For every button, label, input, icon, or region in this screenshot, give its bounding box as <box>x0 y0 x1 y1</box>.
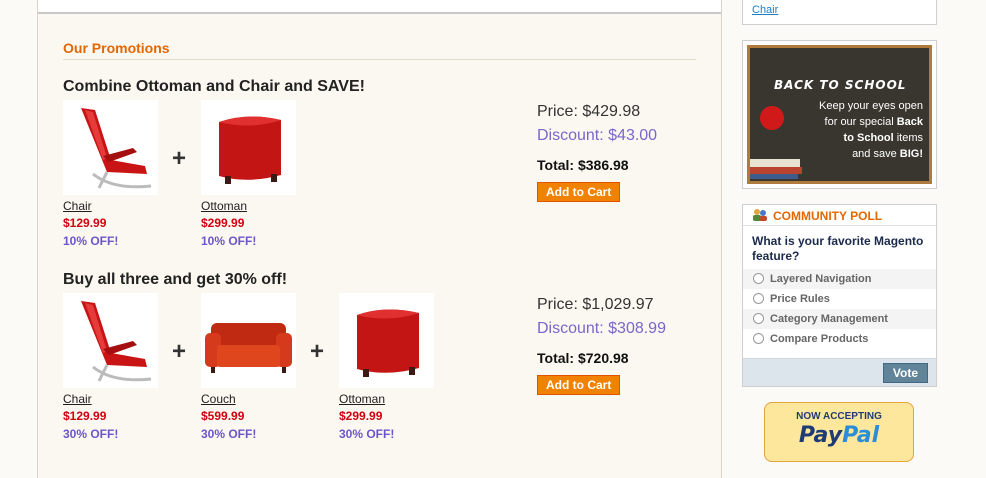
bundle-2-couch-price: $599.99 <box>201 409 245 423</box>
bundle-2-item-chair: Chair $129.99 30% OFF! <box>63 293 163 441</box>
banner-title: BACK TO SCHOOL <box>774 78 907 92</box>
poll-option-label: Price Rules <box>770 293 830 305</box>
banner-line-3-bold: to School <box>843 132 894 144</box>
bundle-1-total: Total: $386.98 <box>537 157 629 173</box>
poll-option-label: Category Management <box>770 313 888 325</box>
promotions-divider <box>63 59 696 60</box>
red-ottoman-image[interactable] <box>201 100 296 195</box>
banner-line-4-bold: BIG! <box>899 148 923 160</box>
bundle-2-ottoman-discount: 30% OFF! <box>339 427 395 441</box>
red-chair-image[interactable] <box>63 293 158 388</box>
poll-option-label: Compare Products <box>770 333 869 345</box>
poll-option-price-rules[interactable]: Price Rules <box>743 289 936 309</box>
bundle-2-total: Total: $720.98 <box>537 350 629 366</box>
banner-line-2: for our special <box>824 116 897 128</box>
bundle-2-chair-price: $129.99 <box>63 409 107 423</box>
community-icon <box>753 209 767 221</box>
poll-header: COMMUNITY POLL <box>743 205 936 226</box>
bundle-1-ottoman-discount: 10% OFF! <box>201 234 257 248</box>
sidebar-top-box: Chair <box>742 0 937 25</box>
bundle-1-item-chair: Chair $129.99 10% OFF! <box>63 100 163 248</box>
bundle-2-chair-discount: 30% OFF! <box>63 427 119 441</box>
books-icon <box>750 159 802 179</box>
bundle-2-ottoman-price: $299.99 <box>339 409 383 423</box>
bundle-1-ottoman-price: $299.99 <box>201 216 245 230</box>
poll-option-layered-navigation[interactable]: Layered Navigation <box>743 269 936 289</box>
plus-sign: + <box>172 145 187 172</box>
bundle-1-heading: Combine Ottoman and Chair and SAVE! <box>63 78 365 95</box>
radio-button[interactable] <box>753 273 764 284</box>
bundle-2-item-couch: Couch $599.99 30% OFF! <box>201 293 301 441</box>
poll-question: What is your favorite Magento feature? <box>752 234 924 263</box>
bundle-1-chair-price: $129.99 <box>63 216 107 230</box>
plus-sign: + <box>172 338 187 365</box>
radio-button[interactable] <box>753 333 764 344</box>
poll-footer: Vote <box>743 358 936 386</box>
poll-option-compare-products[interactable]: Compare Products <box>743 329 936 349</box>
top-content-box <box>38 0 721 14</box>
bundle-1-price: Price: $429.98 <box>537 103 641 120</box>
banner-text: Keep your eyes open for our special Back… <box>803 98 923 162</box>
bundle-2-price: Price: $1,029.97 <box>537 296 654 313</box>
paypal-logo: PayPal <box>765 423 913 448</box>
bundle-1-discount: Discount: $43.00 <box>537 127 658 144</box>
paypal-logo-pal: Pal <box>842 423 880 448</box>
banner-line-2-bold: Back <box>896 116 923 128</box>
paypal-logo-pay: Pay <box>798 423 843 448</box>
poll-title: COMMUNITY POLL <box>773 209 883 223</box>
bundle-2-couch-discount: 30% OFF! <box>201 427 257 441</box>
radio-button[interactable] <box>753 293 764 304</box>
apple-icon <box>760 106 784 130</box>
bundle-2-discount: Discount: $308.99 <box>537 320 666 337</box>
chalkboard-image: BACK TO SCHOOL Keep your eyes open for o… <box>747 45 932 184</box>
community-poll: COMMUNITY POLL What is your favorite Mag… <box>742 204 937 387</box>
sidebar: Chair BACK TO SCHOOL Keep your eyes open… <box>738 0 962 478</box>
poll-option-category-management[interactable]: Category Management <box>743 309 936 329</box>
vote-button[interactable]: Vote <box>882 363 928 383</box>
bundle-1-item-ottoman: Ottoman $299.99 10% OFF! <box>201 100 301 248</box>
banner-line-4: and save <box>852 148 900 160</box>
bundle-1-ottoman-link[interactable]: Ottoman <box>201 199 301 213</box>
plus-sign: + <box>310 338 325 365</box>
sidebar-chair-link[interactable]: Chair <box>752 4 778 16</box>
bundle-1-chair-discount: 10% OFF! <box>63 234 119 248</box>
bundle-2-add-to-cart-button[interactable]: Add to Cart <box>537 375 621 395</box>
bundle-2-item-ottoman: Ottoman $299.99 30% OFF! <box>339 293 439 441</box>
promotions-title: Our Promotions <box>63 40 170 56</box>
bundle-2-heading: Buy all three and get 30% off! <box>63 271 288 288</box>
main-column: Our Promotions Combine Ottoman and Chair… <box>37 0 722 478</box>
paypal-badge[interactable]: NOW ACCEPTING PayPal <box>764 402 914 462</box>
bundle-2-ottoman-link[interactable]: Ottoman <box>339 392 439 406</box>
bundle-2-price-box: Price: $1,029.97 Discount: $308.99 Total… <box>537 296 707 395</box>
bundle-2-couch-link[interactable]: Couch <box>201 392 301 406</box>
back-to-school-banner[interactable]: BACK TO SCHOOL Keep your eyes open for o… <box>742 40 937 189</box>
poll-option-label: Layered Navigation <box>770 273 872 285</box>
bundle-1-price-box: Price: $429.98 Discount: $43.00 Total: $… <box>537 103 707 202</box>
bundle-1-add-to-cart-button[interactable]: Add to Cart <box>537 182 621 202</box>
red-couch-image[interactable] <box>201 293 296 388</box>
radio-button[interactable] <box>753 313 764 324</box>
bundle-2-chair-link[interactable]: Chair <box>63 392 163 406</box>
paypal-accepting-text: NOW ACCEPTING <box>796 411 882 422</box>
banner-line-1: Keep your eyes open <box>819 100 923 112</box>
red-ottoman-image[interactable] <box>339 293 434 388</box>
bundle-1-chair-link[interactable]: Chair <box>63 199 163 213</box>
red-chair-image[interactable] <box>63 100 158 195</box>
banner-line-3: items <box>893 132 923 144</box>
